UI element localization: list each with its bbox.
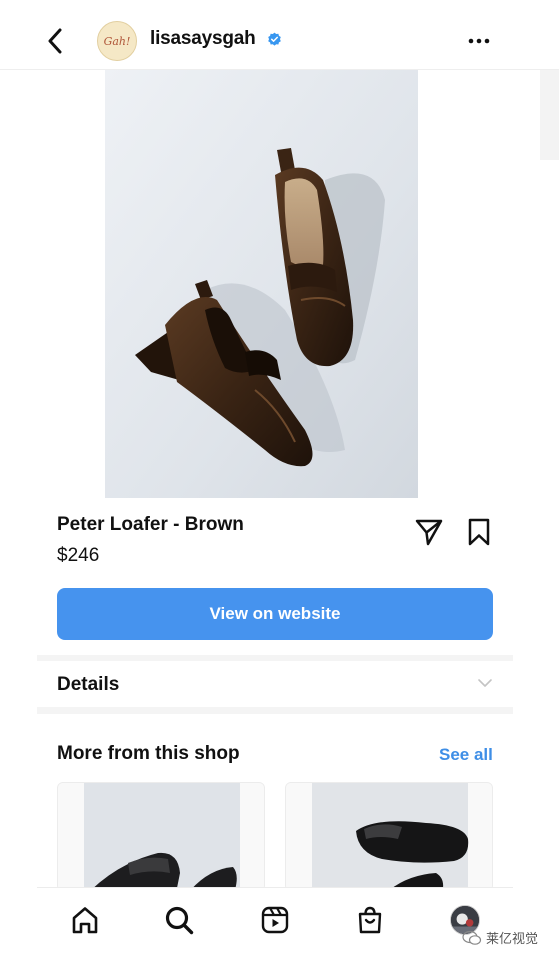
details-label: Details [57,674,120,695]
shop-icon [358,906,382,934]
watermark-text: 莱亿视觉 [486,932,539,947]
account-name[interactable]: lisasaysgah [150,28,256,50]
send-icon [415,519,443,546]
view-on-website-button[interactable]: View on website [57,588,493,640]
product-image[interactable] [105,70,418,498]
share-button[interactable] [414,517,444,547]
product-price: $246 [57,545,100,566]
more-from-shop-heading: More from this shop [57,743,240,764]
details-row[interactable]: Details [37,661,513,707]
shop-product-card[interactable] [285,782,493,892]
nav-reels[interactable] [259,904,291,936]
search-icon [165,906,194,935]
top-bar: Gah! lisasaysgah [0,0,559,70]
verified-badge-icon [268,32,281,46]
shop-product-image [58,783,264,891]
account-avatar[interactable]: Gah! [97,21,137,61]
shop-product-card[interactable] [57,782,265,892]
bookmark-icon [468,518,490,546]
product-title: Peter Loafer - Brown [57,514,244,535]
see-all-link[interactable]: See all [439,745,493,765]
bottom-navigation [37,887,513,963]
section-divider [37,707,513,714]
adjacent-content-edge [540,70,559,160]
save-button[interactable] [465,517,493,547]
shop-product-image [286,783,492,891]
product-photo-illustration [105,70,418,498]
more-options-button[interactable] [466,30,492,52]
nav-home[interactable] [69,904,101,936]
chevron-down-icon [478,679,492,687]
watermark: 莱亿视觉 [462,928,538,947]
avatar-text: Gah! [103,34,131,48]
more-horizontal-icon [468,38,490,44]
back-button[interactable] [40,24,70,58]
chevron-left-icon [48,28,62,54]
nav-shop[interactable] [354,904,386,936]
home-icon [72,907,98,934]
nav-search[interactable] [163,904,195,936]
reels-icon [261,906,289,934]
chat-bubble-icon [462,930,482,945]
